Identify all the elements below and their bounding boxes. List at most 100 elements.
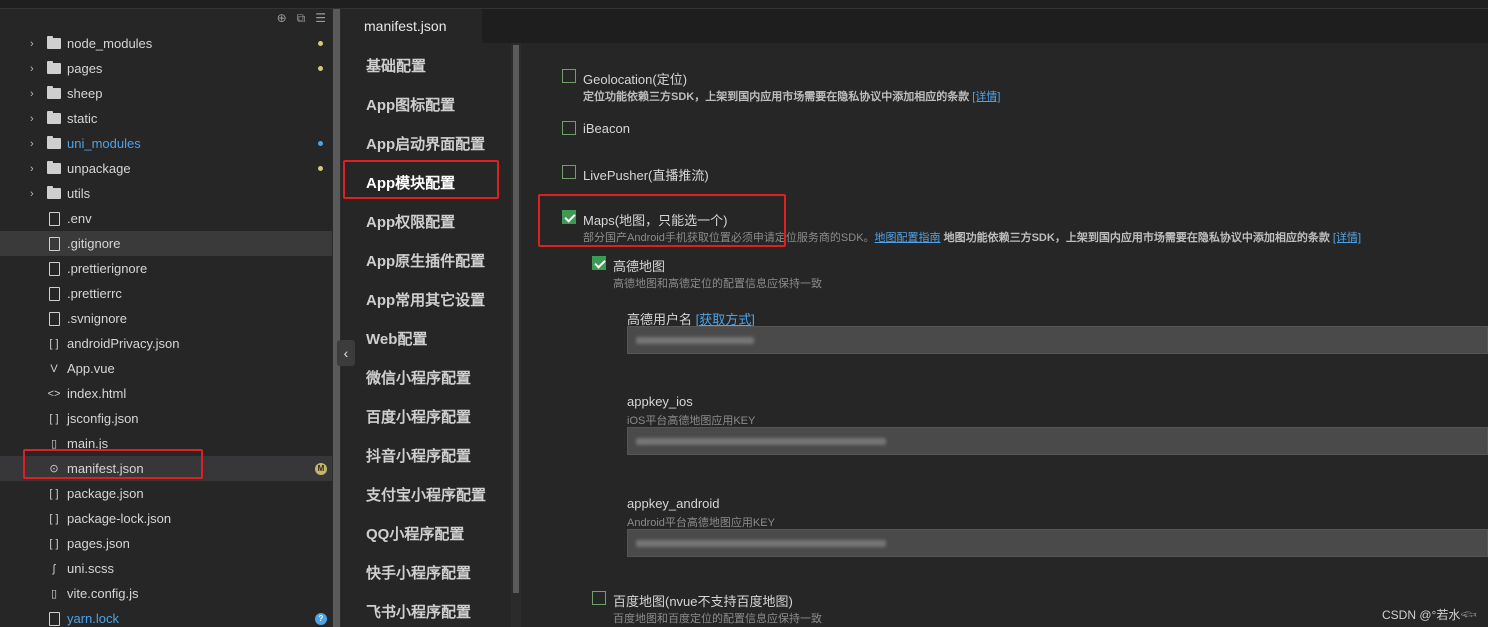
file-tree-item[interactable]: [ ] pages.json bbox=[0, 531, 332, 556]
folder-icon bbox=[46, 161, 62, 176]
file-tree-item[interactable]: [ ] package.json bbox=[0, 481, 332, 506]
file-tree-item[interactable]: ʃ uni.scss bbox=[0, 556, 332, 581]
chevron-right-icon[interactable]: › bbox=[30, 63, 40, 75]
file-tree-item[interactable]: ▯ main.js bbox=[0, 431, 332, 456]
maps-desc-b: 地图功能依赖三方SDK，上架到国内应用市场需要在隐私协议中添加相应的条款 bbox=[943, 232, 1330, 244]
file-icon bbox=[46, 236, 62, 251]
file-tree-item[interactable]: ⊙ manifest.json M bbox=[0, 456, 332, 481]
collapse-sidebar-button[interactable]: ‹ bbox=[337, 340, 355, 366]
file-tree-item[interactable]: › node_modules bbox=[0, 31, 332, 56]
maps-guide-link[interactable]: 地图配置指南 bbox=[875, 232, 941, 244]
config-nav-item[interactable]: 支付宝小程序配置 bbox=[366, 484, 486, 505]
chevron-right-icon[interactable]: › bbox=[30, 163, 40, 175]
geolocation-checkbox[interactable] bbox=[562, 69, 576, 83]
json-file-icon: [ ] bbox=[49, 337, 59, 350]
appkey-ios-input[interactable] bbox=[627, 427, 1488, 455]
chevron-right-icon[interactable]: › bbox=[30, 138, 40, 150]
config-nav-item[interactable]: App启动界面配置 bbox=[366, 133, 485, 154]
file-tree-item-label: utils bbox=[67, 186, 91, 201]
module-config-panel: Geolocation(定位) 定位功能依赖三方SDK，上架到国内应用市场需要在… bbox=[521, 43, 1488, 627]
config-nav-item[interactable]: 飞书小程序配置 bbox=[366, 601, 471, 622]
status-dot bbox=[318, 166, 323, 171]
config-nav-item[interactable]: QQ小程序配置 bbox=[366, 523, 464, 544]
file-tree-item-label: App.vue bbox=[67, 361, 115, 376]
appkey-android-label: appkey_android bbox=[627, 496, 720, 511]
file-tree-item[interactable]: .prettierignore bbox=[0, 256, 332, 281]
status-badge: ? bbox=[315, 612, 327, 625]
maps-desc: 部分国产Android手机获取位置必须申请定位服务商的SDK。地图配置指南 地图… bbox=[583, 229, 1361, 245]
file-tree-item[interactable]: .prettierrc bbox=[0, 281, 332, 306]
file-tree-item[interactable]: › utils bbox=[0, 181, 332, 206]
file-tree-item[interactable]: .svnignore bbox=[0, 306, 332, 331]
appkey-android-input[interactable] bbox=[627, 529, 1488, 557]
file-tree-item[interactable]: [ ] package-lock.json bbox=[0, 506, 332, 531]
json-file-icon: [ ] bbox=[49, 537, 59, 550]
file-icon bbox=[46, 261, 62, 276]
config-nav-item[interactable]: App模块配置 bbox=[366, 172, 455, 193]
amap-user-howto-link[interactable]: [获取方式] bbox=[696, 312, 755, 327]
file-tree-item-label: .gitignore bbox=[67, 236, 121, 251]
chevron-right-icon[interactable]: › bbox=[30, 188, 40, 200]
folder-icon bbox=[46, 86, 62, 101]
maps-checkbox[interactable] bbox=[562, 210, 576, 224]
explorer-scrollbar[interactable] bbox=[332, 9, 341, 627]
config-nav-item[interactable]: 微信小程序配置 bbox=[366, 367, 471, 388]
file-tree-item[interactable]: V App.vue bbox=[0, 356, 332, 381]
config-nav-item[interactable]: App原生插件配置 bbox=[366, 250, 485, 271]
file-tree-item[interactable]: <> index.html bbox=[0, 381, 332, 406]
appkey-ios-desc: iOS平台高德地图应用KEY bbox=[627, 415, 756, 427]
config-nav-item[interactable]: 抖音小程序配置 bbox=[366, 445, 471, 466]
html-file-icon: <> bbox=[47, 387, 61, 400]
file-tree-item[interactable]: › static bbox=[0, 106, 332, 131]
amap-user-label-text: 高德用户名 bbox=[627, 312, 693, 327]
file-tree-item-label: .env bbox=[67, 211, 92, 226]
locate-icon[interactable]: ⊕ bbox=[277, 11, 287, 26]
ibeacon-label: iBeacon bbox=[583, 121, 630, 136]
file-tree-item-label: androidPrivacy.json bbox=[67, 336, 180, 351]
geolocation-desc-text: 定位功能依赖三方SDK，上架到国内应用市场需要在隐私协议中添加相应的条款 bbox=[583, 91, 970, 103]
appkey-android-desc: Android平台高德地图应用KEY bbox=[627, 517, 775, 529]
config-nav-item[interactable]: 快手小程序配置 bbox=[366, 562, 471, 583]
new-window-icon[interactable]: ⧉ bbox=[297, 11, 306, 26]
manifest-file-icon: ⊙ bbox=[49, 463, 59, 475]
livepusher-checkbox[interactable] bbox=[562, 165, 576, 179]
file-tree-item[interactable]: ▯ vite.config.js bbox=[0, 581, 332, 606]
baidu-map-checkbox[interactable] bbox=[592, 591, 606, 605]
file-tree-item-label: sheep bbox=[67, 86, 103, 101]
file-tree-item[interactable]: .gitignore bbox=[0, 231, 332, 256]
config-nav-scrollbar[interactable] bbox=[511, 43, 521, 627]
config-nav-scroll-thumb[interactable] bbox=[513, 45, 519, 593]
config-nav-item[interactable]: App常用其它设置 bbox=[366, 289, 485, 310]
amap-user-input[interactable] bbox=[627, 326, 1488, 354]
geolocation-details-link[interactable]: [详情] bbox=[972, 91, 1000, 103]
config-nav-item[interactable]: App权限配置 bbox=[366, 211, 455, 232]
maps-label: Maps(地图，只能选一个) bbox=[583, 213, 728, 228]
tab-manifest-json[interactable]: manifest.json bbox=[341, 9, 482, 43]
file-tree-item[interactable]: › sheep bbox=[0, 81, 332, 106]
chevron-right-icon[interactable]: › bbox=[30, 88, 40, 100]
file-tree-item[interactable]: [ ] androidPrivacy.json bbox=[0, 331, 332, 356]
file-tree-item-label: pages.json bbox=[67, 536, 130, 551]
file-tree-item[interactable]: › uni_modules bbox=[0, 131, 332, 156]
config-nav-item[interactable]: 百度小程序配置 bbox=[366, 406, 471, 427]
baidu-map-label: 百度地图(nvue不支持百度地图) bbox=[613, 594, 793, 609]
file-tree-item[interactable]: › unpackage bbox=[0, 156, 332, 181]
config-nav-item[interactable]: 基础配置 bbox=[366, 55, 426, 76]
file-tree-item[interactable]: .env bbox=[0, 206, 332, 231]
chevron-right-icon[interactable]: › bbox=[30, 38, 40, 50]
ibeacon-checkbox[interactable] bbox=[562, 121, 576, 135]
config-nav-item[interactable]: App图标配置 bbox=[366, 94, 455, 115]
amap-checkbox[interactable] bbox=[592, 256, 606, 270]
collapse-all-icon[interactable]: ☰ bbox=[315, 11, 326, 26]
explorer-scroll-thumb[interactable] bbox=[333, 9, 340, 627]
file-tree-item[interactable]: [ ] jsconfig.json bbox=[0, 406, 332, 431]
file-tree-item-label: unpackage bbox=[67, 161, 131, 176]
file-tree: › node_modules › pages › sheep › static › uni_mod… bbox=[0, 31, 332, 627]
config-nav-item[interactable]: Web配置 bbox=[366, 328, 427, 349]
maps-details-link[interactable]: [详情] bbox=[1333, 232, 1361, 244]
vue-file-icon: V bbox=[50, 362, 58, 375]
file-explorer: ⊕ ⧉ ☰ › node_modules › pages › sheep › static › u… bbox=[0, 9, 332, 627]
file-tree-item[interactable]: yarn.lock? bbox=[0, 606, 332, 627]
chevron-right-icon[interactable]: › bbox=[30, 113, 40, 125]
file-tree-item[interactable]: › pages bbox=[0, 56, 332, 81]
